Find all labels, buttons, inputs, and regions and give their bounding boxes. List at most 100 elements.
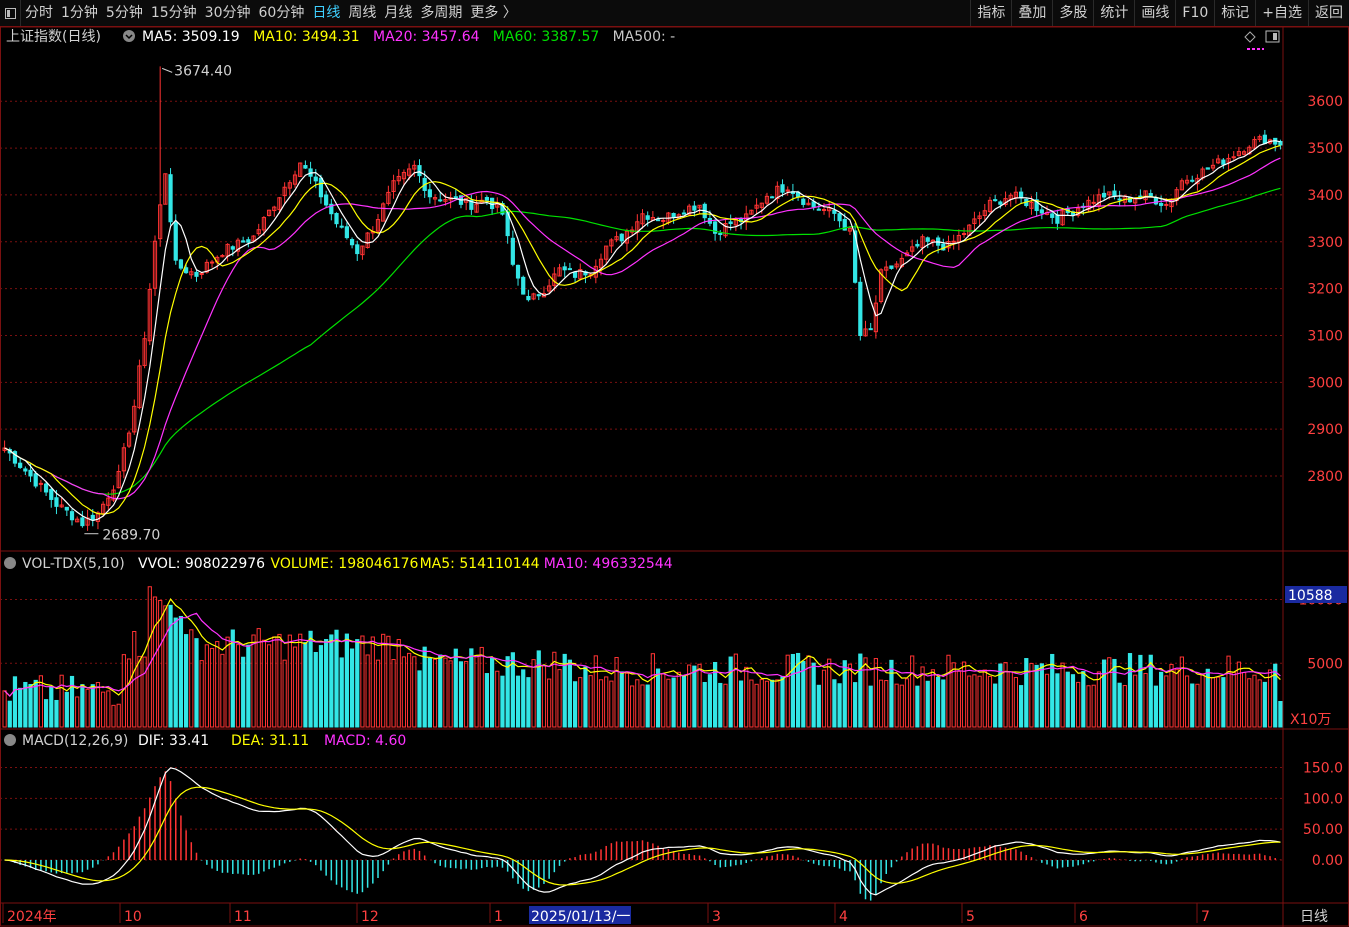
tool-button-2[interactable]: 多股: [1052, 0, 1093, 26]
volume-bar: [401, 656, 407, 728]
period-tab-8[interactable]: 月线: [380, 0, 416, 26]
period-tab-4[interactable]: 30分钟: [201, 0, 255, 26]
period-tab-9[interactable]: 多周期: [416, 0, 466, 26]
ma5-line: [4, 140, 1281, 522]
volume-bar: [23, 681, 28, 728]
volume-bar: [552, 651, 557, 728]
volume-bar: [1076, 681, 1081, 728]
volume-bar: [287, 634, 292, 728]
candle-body: [69, 511, 75, 521]
volume-bar: [324, 638, 329, 728]
toolbar: 分时 1分钟 5分钟 15分钟 30分钟 60分钟 日线 周线 月线 多周期 更多 〉 指标 叠加 多股…: [0, 0, 1349, 27]
volume-bar: [583, 666, 588, 728]
xaxis-label: 1: [494, 909, 503, 925]
candle-body: [28, 469, 33, 477]
volume-bar: [1065, 671, 1070, 728]
period-tab-2[interactable]: 5分钟: [102, 0, 147, 26]
volume-bar: [7, 700, 12, 728]
candle-body: [1159, 203, 1164, 206]
period-label: 日线: [1300, 909, 1328, 925]
candle-body: [1101, 192, 1107, 198]
volume-bar: [261, 639, 267, 728]
volume-bar: [266, 644, 272, 728]
volume-bar: [910, 655, 915, 728]
panel-toggle-icon[interactable]: [0, 0, 21, 26]
candle-body: [770, 196, 775, 199]
period-tab-1[interactable]: 1分钟: [57, 0, 102, 26]
tool-button-4[interactable]: 画线: [1134, 0, 1175, 26]
tool-button-8[interactable]: 返回: [1308, 0, 1349, 26]
volume-bar: [360, 635, 365, 728]
volume-bar: [334, 629, 339, 728]
tool-button-5[interactable]: F10: [1175, 0, 1214, 26]
volume-bar: [495, 670, 500, 728]
kline-chart[interactable]: 3600350034003300320031003000290028003674…: [0, 27, 1349, 927]
volume-bar: [1013, 677, 1019, 728]
tool-button-6[interactable]: 标记: [1214, 0, 1255, 26]
period-tab-10[interactable]: 更多 〉: [466, 0, 520, 26]
volume-bar: [821, 669, 827, 728]
volume-bar: [661, 673, 666, 728]
tool-button-3[interactable]: 统计: [1093, 0, 1134, 26]
volume-bar: [982, 669, 987, 728]
candle-body: [1018, 191, 1024, 199]
candle-body: [837, 213, 842, 222]
volume-bar: [1159, 671, 1164, 728]
period-tab-5[interactable]: 60分钟: [255, 0, 309, 26]
period-tab-3[interactable]: 15分钟: [147, 0, 201, 26]
volume-bar: [147, 586, 152, 728]
tool-buttons: 指标 叠加 多股 统计 画线 F10 标记 +自选 返回: [970, 0, 1349, 26]
volume-bar: [95, 682, 101, 728]
volume-bar: [635, 679, 640, 728]
volume-bar: [137, 655, 142, 728]
volume-bar: [80, 684, 85, 728]
volume-bar: [780, 676, 785, 728]
candle-body: [230, 246, 235, 250]
candle-body: [38, 482, 44, 485]
period-tab-0[interactable]: 分时: [21, 0, 57, 26]
volume-bar: [272, 636, 277, 728]
volume-bar: [764, 680, 770, 728]
period-tab-6[interactable]: 日线: [308, 0, 344, 26]
volume-bar: [972, 674, 977, 728]
volume-bar: [1184, 675, 1190, 728]
volume-bar: [702, 681, 707, 728]
volume-bar: [391, 659, 396, 728]
tool-button-1[interactable]: 叠加: [1011, 0, 1052, 26]
xaxis-label: 10: [124, 909, 142, 925]
xaxis-label: 4: [839, 909, 848, 925]
volume-bar: [75, 696, 80, 728]
cursor-date-text: 2025/01/13/一: [531, 909, 630, 925]
tool-button-0[interactable]: 指标: [970, 0, 1011, 26]
tool-button-7[interactable]: +自选: [1255, 0, 1308, 26]
volume-bar: [827, 658, 832, 728]
candle-body: [510, 237, 515, 265]
volume-bar: [303, 642, 308, 728]
volume-legend-0: VVOL: 908022976: [138, 556, 265, 572]
candle-body: [80, 517, 85, 527]
volume-bar: [847, 663, 853, 728]
ma-legend-0: MA5: 3509.19: [142, 29, 240, 45]
volume-bar: [1252, 674, 1257, 728]
volume-bar: [1018, 685, 1024, 728]
volume-bar: [588, 675, 593, 728]
candle-body: [681, 212, 687, 215]
xaxis-label: 2024年: [7, 909, 57, 925]
volume-bar: [707, 674, 713, 728]
volume-bar: [624, 672, 630, 728]
candle-body: [671, 213, 676, 218]
volume-bar: [692, 665, 697, 728]
volume-bar: [987, 675, 993, 728]
volume-bar: [1164, 675, 1169, 728]
volume-bar: [49, 685, 54, 728]
volume-bar: [256, 628, 261, 728]
period-tab-7[interactable]: 周线: [344, 0, 380, 26]
candle-body: [645, 215, 650, 220]
volume-bar: [604, 676, 609, 728]
ma-legend-1: MA10: 3494.31: [253, 29, 360, 45]
volume-bar: [671, 677, 676, 728]
volume-bar: [993, 683, 998, 728]
candle-body: [54, 497, 59, 507]
volume-bar: [977, 675, 982, 728]
main-yaxis-label: 3400: [1307, 188, 1343, 204]
